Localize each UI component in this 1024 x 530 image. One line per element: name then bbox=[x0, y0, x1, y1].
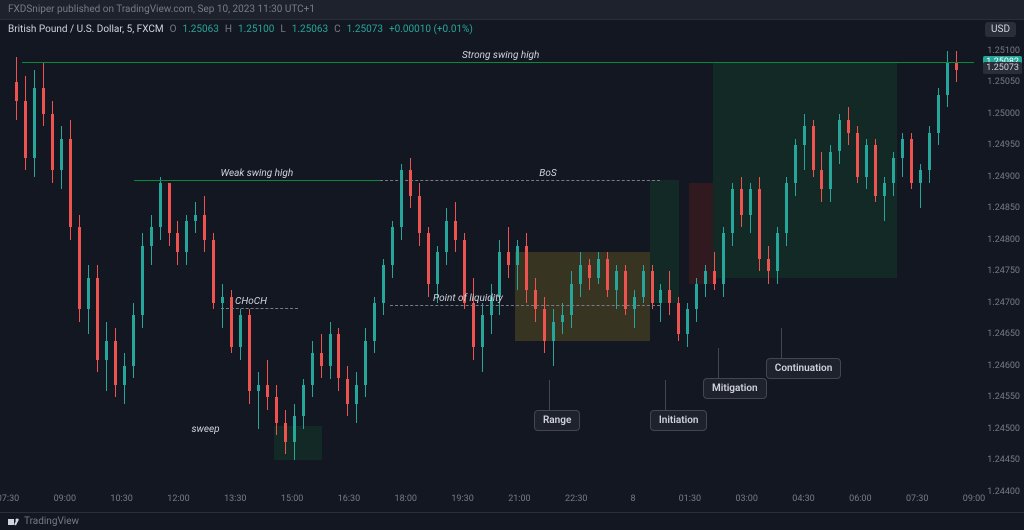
price-tick: 1.24800 bbox=[987, 235, 1020, 245]
price-tick: 1.24850 bbox=[987, 203, 1020, 213]
symbol-name[interactable]: British Pound / U.S. Dollar, 5, FXCM bbox=[8, 24, 164, 35]
price-tick: 1.24650 bbox=[987, 329, 1020, 339]
zone-mitigation_zone bbox=[689, 183, 713, 284]
ohlc-h-label: H bbox=[225, 24, 232, 35]
label-bos: BoS bbox=[539, 168, 556, 179]
line-strong_swing_high bbox=[22, 62, 974, 63]
price-tick: 1.25000 bbox=[987, 109, 1020, 119]
zone-initiation_zone bbox=[650, 180, 679, 303]
price-tick: 1.24900 bbox=[987, 172, 1020, 182]
callout-range[interactable]: Range bbox=[534, 410, 580, 431]
time-tick: 16:30 bbox=[338, 494, 360, 504]
footer-brand: TradingView bbox=[24, 516, 79, 527]
label-sweep: sweep bbox=[192, 424, 220, 435]
label-weak_swing_high: Weak swing high bbox=[221, 168, 294, 179]
callout-line bbox=[665, 380, 666, 410]
time-tick: 01:30 bbox=[679, 494, 701, 504]
line-choch bbox=[221, 308, 298, 309]
price-tick: 1.24700 bbox=[987, 298, 1020, 308]
time-tick: 22:30 bbox=[565, 494, 587, 504]
price-tick: 1.24600 bbox=[987, 361, 1020, 371]
price-tick: 1.24950 bbox=[987, 140, 1020, 150]
label-choch: CHoCH bbox=[235, 296, 267, 307]
time-tick: 12:00 bbox=[167, 494, 189, 504]
time-tick: 04:30 bbox=[792, 494, 814, 504]
time-tick: 8 bbox=[631, 494, 636, 504]
publish-header: FXDSniper published on TradingView.com, … bbox=[0, 0, 1024, 20]
label-strong_swing_high: Strong swing high bbox=[462, 50, 539, 61]
chart-canvas[interactable]: Strong swing high Weak swing high CHoCH Poi… bbox=[8, 38, 974, 492]
price-label_last: 1.25073 bbox=[983, 62, 1022, 74]
time-tick: 07:30 bbox=[906, 494, 928, 504]
callout-line bbox=[549, 380, 550, 410]
callout-initiation[interactable]: Initiation bbox=[650, 410, 708, 431]
time-tick: 21:00 bbox=[508, 494, 530, 504]
ohlc-c-label: C bbox=[334, 24, 341, 35]
callout-line bbox=[781, 328, 782, 358]
ohlc-l-label: L bbox=[280, 24, 285, 35]
time-tick: 18:00 bbox=[395, 494, 417, 504]
ohlc-h: 1.25100 bbox=[238, 24, 274, 35]
time-tick: 07:30 bbox=[0, 494, 19, 504]
line-point_of_liquidity bbox=[390, 305, 660, 306]
time-tick: 15:00 bbox=[281, 494, 303, 504]
price-tick: 1.24400 bbox=[987, 487, 1020, 497]
ohlc-change: +0.00010 (+0.01%) bbox=[389, 24, 473, 35]
price-tick: 1.24750 bbox=[987, 266, 1020, 276]
time-tick: 13:30 bbox=[224, 494, 246, 504]
price-tick: 1.24500 bbox=[987, 424, 1020, 434]
time-tick: 09:00 bbox=[54, 494, 76, 504]
zone-sweep_zone bbox=[274, 426, 322, 461]
time-tick: 19:30 bbox=[451, 494, 473, 504]
zone-continuation_zone bbox=[713, 62, 897, 278]
callout-line bbox=[718, 348, 719, 378]
callout-mitigation[interactable]: Mitigation bbox=[703, 378, 767, 399]
currency-badge[interactable]: USD bbox=[985, 22, 1016, 37]
label-point_of_liquidity: Point of liquidity bbox=[433, 293, 503, 304]
footer-bar: TradingView bbox=[0, 512, 1024, 530]
ohlc-c: 1.25073 bbox=[347, 24, 383, 35]
line-bos bbox=[380, 180, 660, 181]
symbol-info-bar: British Pound / U.S. Dollar, 5, FXCM O 1… bbox=[0, 20, 1024, 38]
ohlc-l: 1.25063 bbox=[292, 24, 328, 35]
price-tick: 1.24450 bbox=[987, 455, 1020, 465]
price-tick: 1.25050 bbox=[987, 77, 1020, 87]
price-tick: 1.24550 bbox=[987, 392, 1020, 402]
price-tick: 1.25100 bbox=[987, 46, 1020, 56]
time-axis[interactable]: 07:30 09:00 10:30 12:00 13:30 15:00 16:30 18:00… bbox=[8, 492, 974, 512]
publish-text: FXDSniper published on TradingView.com, … bbox=[8, 4, 315, 15]
time-tick: 06:00 bbox=[849, 494, 871, 504]
callout-continuation[interactable]: Continuation bbox=[766, 358, 841, 379]
ohlc-o: 1.25063 bbox=[182, 24, 218, 35]
time-tick: 10:30 bbox=[110, 494, 132, 504]
price-axis[interactable]: 1.25100 1.25050 1.25000 1.24950 1.24900 1.248… bbox=[974, 38, 1024, 492]
line-weak_swing_high bbox=[134, 180, 380, 181]
tradingview-logo-icon bbox=[8, 516, 20, 528]
ohlc-o-label: O bbox=[170, 24, 177, 35]
time-tick: 03:00 bbox=[735, 494, 757, 504]
time-tick: 09:00 bbox=[963, 494, 985, 504]
